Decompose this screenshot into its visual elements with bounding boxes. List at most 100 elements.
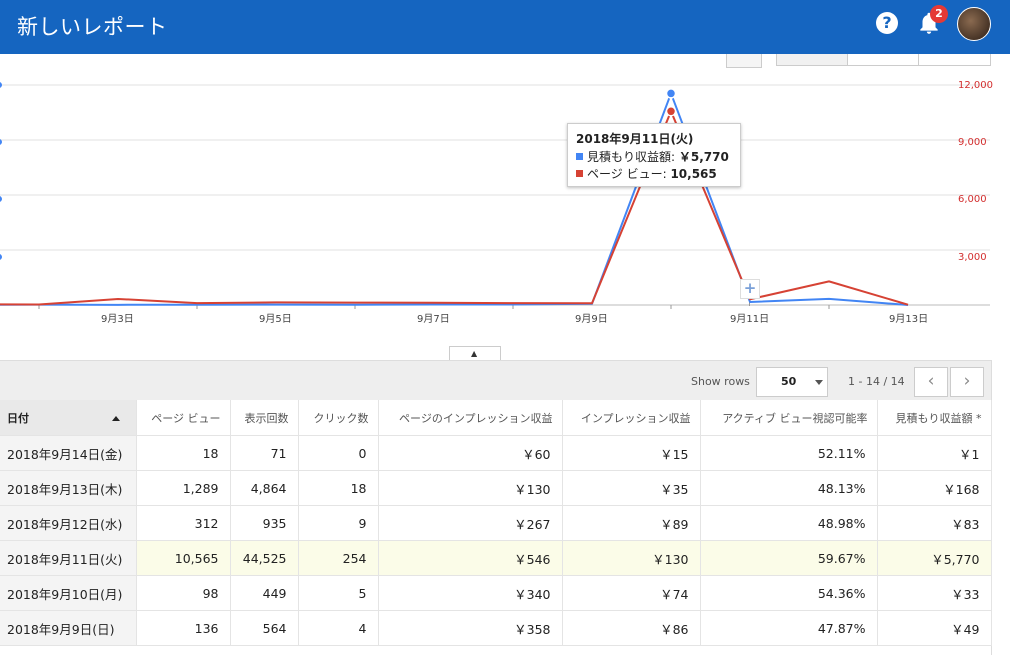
column-header-est-revenue[interactable]: 見積もり収益額 * — [877, 400, 992, 436]
chevron-down-icon — [815, 380, 823, 385]
cell-est-revenue: ￥168 — [877, 470, 992, 506]
cell-clicks: 5 — [298, 575, 379, 611]
cell-est-revenue: ￥49 — [877, 610, 992, 646]
cell-impressions: 564 — [230, 610, 299, 646]
cell-est-revenue: ￥83 — [877, 505, 992, 541]
notification-count-badge: 2 — [930, 5, 948, 23]
tooltip-row-revenue: 見積もり収益額: ￥5,770 — [576, 148, 729, 165]
chart-tooltip: 2018年9月11日(火) 見積もり収益額: ￥5,770 ページ ビュー: 1… — [567, 123, 741, 187]
rows-per-page-select[interactable]: 50 — [756, 367, 828, 397]
cell-page-rpm: ￥267 — [378, 505, 563, 541]
cell-clicks: 9 — [298, 505, 379, 541]
cell-page-rpm: ￥130 — [378, 470, 563, 506]
table-row-highlighted[interactable]: 2018年9月11日(火) 10,565 44,525 254 ￥546 ￥13… — [0, 540, 992, 576]
column-header-page-rpm[interactable]: ページのインプレッション収益 — [378, 400, 563, 436]
revenue-peak-point — [665, 88, 677, 99]
cell-impressions: 44,525 — [230, 540, 299, 576]
app-header: 新しいレポート ? 2 — [0, 0, 1010, 54]
cell-page-rpm: ￥358 — [378, 610, 563, 646]
cell-clicks: 254 — [298, 540, 379, 576]
cell-pageviews: 1,289 — [136, 470, 231, 506]
right-axis-tick-label: 9,000 — [958, 137, 987, 148]
next-page-button[interactable]: › — [950, 367, 984, 397]
column-header-impressions[interactable]: 表示回数 — [230, 400, 299, 436]
x-tick-label: 9月5日 — [259, 314, 292, 325]
cell-impression-rpm: ￥130 — [562, 540, 701, 576]
revenue-series-line — [0, 92, 909, 306]
table-row[interactable]: 2018年9月13日(木) 1,289 4,864 18 ￥130 ￥35 48… — [0, 470, 992, 506]
tooltip-pageviews-label: ページ ビュー: — [587, 167, 667, 181]
help-icon[interactable]: ? — [876, 12, 898, 34]
pagination-info: 1 - 14 / 14 — [848, 375, 905, 388]
report-title: 新しいレポート — [17, 15, 168, 39]
cell-active-view: 59.67% — [700, 540, 878, 576]
sort-ascending-icon — [112, 416, 120, 421]
x-tick-label: 9月7日 — [417, 314, 450, 325]
right-axis-tick-label: 6,000 — [958, 194, 987, 205]
prev-page-button[interactable]: ‹ — [914, 367, 948, 397]
x-tick-label: 9月9日 — [575, 314, 608, 325]
x-tick-label: 9月11日 — [730, 314, 770, 325]
cell-impression-rpm: ￥86 — [562, 610, 701, 646]
cell-active-view: 47.87% — [700, 610, 878, 646]
cell-date: 2018年9月12日(水) — [0, 505, 137, 541]
cell-date: 2018年9月11日(火) — [0, 540, 137, 576]
cell-active-view: 54.36% — [700, 575, 878, 611]
table-row[interactable]: 2018年9月9日(日) 136 564 4 ￥358 ￥86 47.87% ￥… — [0, 610, 992, 646]
cell-date: 2018年9月14日(金) — [0, 435, 137, 471]
cell-page-rpm: ￥340 — [378, 575, 563, 611]
cell-impressions: 935 — [230, 505, 299, 541]
right-axis-tick-label: 3,000 — [958, 252, 987, 263]
cell-pageviews: 18 — [136, 435, 231, 471]
collapse-chart-tab[interactable]: ▲ — [449, 346, 501, 361]
pageviews-peak-point — [665, 106, 677, 117]
column-header-impression-rpm[interactable]: インプレッション収益 — [562, 400, 701, 436]
cell-active-view: 48.13% — [700, 470, 878, 506]
cell-est-revenue: ￥5,770 — [877, 540, 992, 576]
cell-impression-rpm: ￥89 — [562, 505, 701, 541]
column-header-active-view[interactable]: アクティブ ビュー視認可能率 — [700, 400, 878, 436]
table-row[interactable]: 2018年9月14日(金) 18 71 0 ￥60 ￥15 52.11% ￥1 — [0, 435, 992, 471]
cell-active-view: 52.11% — [700, 435, 878, 471]
cell-clicks: 4 — [298, 610, 379, 646]
table-row[interactable]: 2018年9月12日(水) 312 935 9 ￥267 ￥89 48.98% … — [0, 505, 992, 541]
cell-pageviews: 10,565 — [136, 540, 231, 576]
caret-up-icon: ▲ — [471, 349, 478, 358]
column-header-pageviews[interactable]: ページ ビュー — [136, 400, 231, 436]
cell-impression-rpm: ￥74 — [562, 575, 701, 611]
show-rows-label: Show rows — [691, 375, 750, 388]
x-tick-label: 9月13日 — [889, 314, 929, 325]
add-annotation-button[interactable]: + — [740, 279, 760, 299]
blue-square-icon — [576, 153, 583, 160]
tooltip-revenue-value: ￥5,770 — [678, 150, 729, 164]
red-square-icon — [576, 170, 583, 177]
avatar[interactable] — [957, 7, 991, 41]
table-row[interactable]: 2018年9月10日(月) 98 449 5 ￥340 ￥74 54.36% ￥… — [0, 575, 992, 611]
cell-impression-rpm: ￥15 — [562, 435, 701, 471]
cell-date: 2018年9月9日(日) — [0, 610, 137, 646]
tooltip-title: 2018年9月11日(火) — [576, 132, 694, 146]
report-table: 日付 ページ ビュー 表示回数 クリック数 ページのインプレッション収益 インプ… — [0, 400, 992, 646]
cell-est-revenue: ￥1 — [877, 435, 992, 471]
cell-page-rpm: ￥546 — [378, 540, 563, 576]
tooltip-pageviews-value: 10,565 — [670, 167, 717, 181]
cell-impressions: 449 — [230, 575, 299, 611]
column-header-clicks[interactable]: クリック数 — [298, 400, 379, 436]
tooltip-row-pageviews: ページ ビュー: 10,565 — [576, 165, 717, 182]
tooltip-revenue-label: 見積もり収益額: — [587, 150, 676, 164]
table-toolbar: Show rows 50 1 - 14 / 14 ‹ › — [0, 360, 991, 401]
cell-pageviews: 312 — [136, 505, 231, 541]
x-tick-label: 9月3日 — [101, 314, 134, 325]
line-chart — [0, 84, 990, 309]
cell-impressions: 4,864 — [230, 470, 299, 506]
cell-est-revenue: ￥33 — [877, 575, 992, 611]
rows-per-page-value: 50 — [781, 375, 797, 388]
cell-clicks: 18 — [298, 470, 379, 506]
column-header-date[interactable]: 日付 — [0, 400, 137, 436]
right-axis-tick-label: 12,000 — [958, 80, 993, 91]
cell-page-rpm: ￥60 — [378, 435, 563, 471]
cell-impression-rpm: ￥35 — [562, 470, 701, 506]
cell-date: 2018年9月10日(月) — [0, 575, 137, 611]
cell-pageviews: 98 — [136, 575, 231, 611]
cell-clicks: 0 — [298, 435, 379, 471]
